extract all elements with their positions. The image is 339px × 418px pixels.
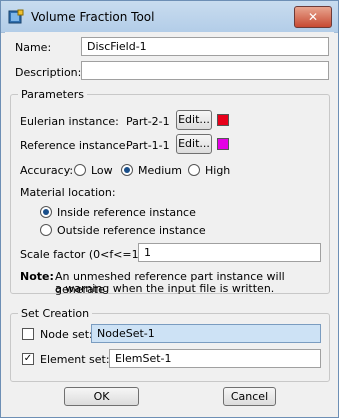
name-label: Name: [15,41,52,54]
title-bar[interactable]: Volume Fraction Tool ✕ [1,1,338,33]
accuracy-medium-label: Medium [138,164,182,177]
node-set-label: Node set: [40,328,93,341]
ok-button[interactable]: OK [64,387,139,406]
window-title: Volume Fraction Tool [31,10,155,24]
accuracy-low-radio[interactable] [74,164,86,176]
material-inside-label: Inside reference instance [57,206,196,219]
element-set-input[interactable]: ElemSet-1 [109,349,321,368]
eulerian-instance-label: Eulerian instance: [20,115,119,128]
node-set-input[interactable]: NodeSet-1 [91,324,321,343]
dialog-body: Name: DiscField-1 Description: Parameter… [5,32,334,413]
close-button[interactable]: ✕ [294,6,332,28]
accuracy-medium-radio[interactable] [121,164,133,176]
reference-instance-value: Part-1-1 [126,139,170,152]
eulerian-edit-button[interactable]: Edit... [176,110,212,130]
volume-fraction-dialog: Volume Fraction Tool ✕ Name: DiscField-1… [0,0,339,418]
eulerian-color-swatch[interactable] [217,114,229,126]
description-input[interactable] [81,61,329,80]
accuracy-low-label: Low [91,164,113,177]
volume-fraction-tool-icon [8,9,24,24]
material-outside-label: Outside reference instance [57,224,206,237]
cancel-button[interactable]: Cancel [223,387,276,406]
element-set-checkbox[interactable]: ✓ [22,353,34,365]
scale-factor-input[interactable]: 1 [138,243,321,262]
material-location-label: Material location: [20,186,116,199]
material-inside-radio[interactable] [40,206,52,218]
scale-factor-label: Scale factor (0<f<=1): [20,248,147,261]
element-set-label: Element set: [40,353,110,366]
accuracy-high-radio[interactable] [188,164,200,176]
node-set-checkbox[interactable] [22,328,34,340]
note-label: Note: [20,270,54,283]
check-icon: ✓ [23,353,33,364]
note-line-2: a warning when the input file is written… [55,282,275,295]
material-outside-radio[interactable] [40,224,52,236]
parameters-group-title: Parameters [18,88,87,101]
set-creation-group: Set Creation Node set: NodeSet-1 ✓ Eleme… [10,307,330,382]
reference-edit-button[interactable]: Edit... [176,134,212,154]
accuracy-high-label: High [205,164,231,177]
close-icon: ✕ [307,10,319,24]
parameters-group: Parameters Eulerian instance: Part-2-1 E… [10,88,330,296]
reference-color-swatch[interactable] [217,138,229,150]
set-creation-group-title: Set Creation [18,307,93,320]
accuracy-label: Accuracy: [20,164,74,177]
eulerian-instance-value: Part-2-1 [126,115,170,128]
description-label: Description: [15,66,82,79]
name-input[interactable]: DiscField-1 [81,37,329,56]
reference-instance-label: Reference instance: [20,139,130,152]
